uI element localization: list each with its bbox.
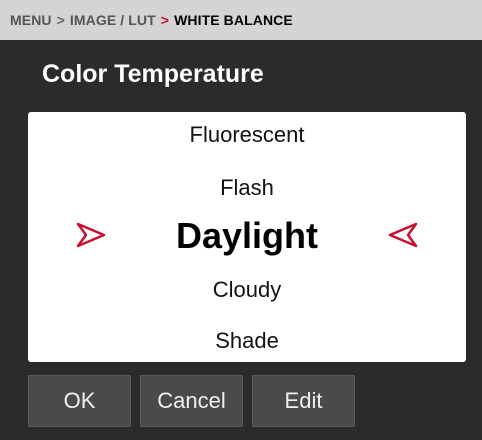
page-title: Color Temperature xyxy=(42,60,264,88)
picker-option-fluorescent[interactable]: Fluorescent xyxy=(28,122,466,148)
cancel-button[interactable]: Cancel xyxy=(140,375,243,427)
picker-option-shade[interactable]: Shade xyxy=(28,328,466,354)
picker-option-flash[interactable]: Flash xyxy=(28,175,466,201)
triangle-arrow-right-icon[interactable] xyxy=(76,222,106,248)
breadcrumb: MENU > IMAGE / LUT > WHITE BALANCE xyxy=(0,0,482,40)
edit-button[interactable]: Edit xyxy=(252,375,355,427)
breadcrumb-menu[interactable]: MENU xyxy=(10,12,52,28)
breadcrumb-separator-accent: > xyxy=(160,12,170,28)
picker-option-cloudy[interactable]: Cloudy xyxy=(28,277,466,303)
white-balance-picker[interactable]: Fluorescent Flash Daylight Cloudy Shade xyxy=(28,112,466,362)
breadcrumb-separator: > xyxy=(56,12,65,28)
triangle-arrow-left-icon[interactable] xyxy=(388,222,418,248)
breadcrumb-image-lut[interactable]: IMAGE / LUT xyxy=(70,12,156,28)
breadcrumb-current: WHITE BALANCE xyxy=(174,12,293,28)
ok-button[interactable]: OK xyxy=(28,375,131,427)
